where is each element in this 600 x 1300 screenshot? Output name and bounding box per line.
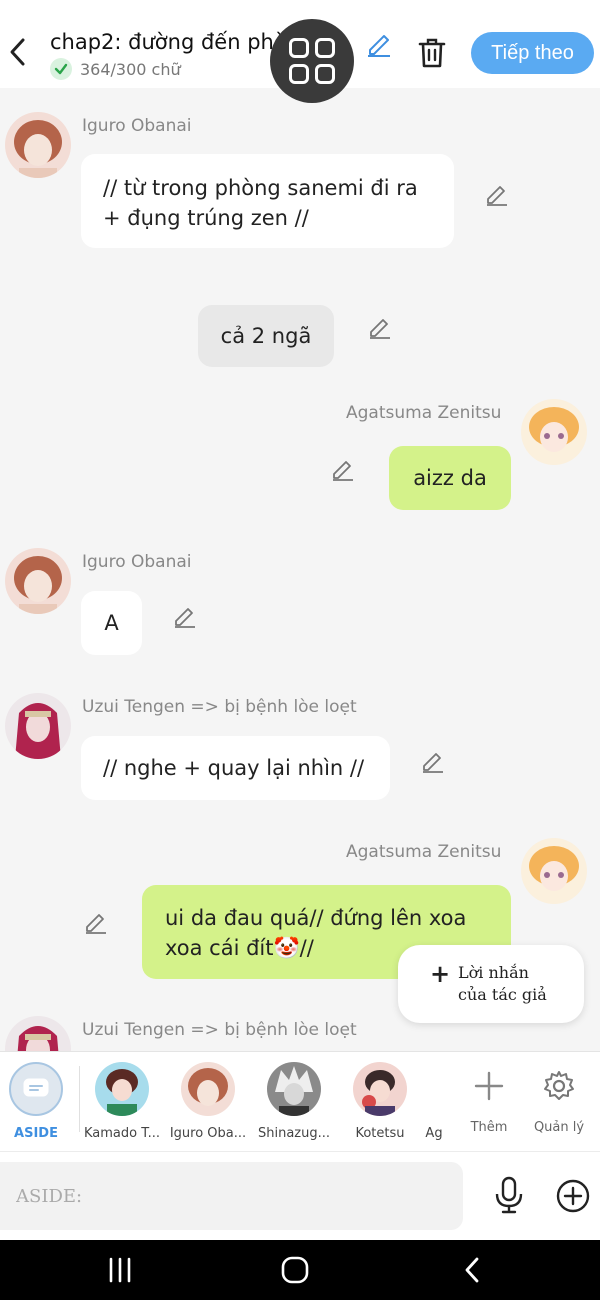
- grid-cell-icon: [289, 64, 309, 84]
- plus-icon: +: [430, 959, 451, 988]
- home-button[interactable]: [275, 1252, 315, 1288]
- character-aside[interactable]: ASIDE: [0, 1062, 80, 1141]
- pencil-icon: [370, 319, 390, 339]
- edit-message-button[interactable]: [172, 603, 198, 629]
- edit-title-button[interactable]: [364, 28, 394, 58]
- character-shinazugawa[interactable]: Shinazug...: [250, 1062, 338, 1141]
- pencil-icon: [368, 35, 390, 57]
- author-note-line2: của tác giả: [458, 985, 547, 1004]
- message-bubble[interactable]: A: [81, 591, 142, 655]
- home-icon: [281, 1256, 309, 1284]
- add-attachment-button[interactable]: [555, 1178, 591, 1214]
- message-line: + đụng trúng zen //: [103, 206, 309, 230]
- delete-button[interactable]: [416, 36, 448, 70]
- sender-name: Agatsuma Zenitsu: [346, 842, 502, 862]
- author-note-button[interactable]: + Lời nhắn của tác giả: [398, 945, 584, 1023]
- avatar-uzui[interactable]: [5, 1016, 71, 1051]
- sender-name: Iguro Obanai: [82, 116, 192, 136]
- edit-message-button[interactable]: [420, 748, 446, 774]
- grid-cell-icon: [315, 38, 335, 58]
- message-input[interactable]: [0, 1162, 463, 1230]
- character-kotetsu[interactable]: Kotetsu: [336, 1062, 424, 1141]
- manage-button[interactable]: Quản lý: [524, 1066, 594, 1135]
- sender-name: Agatsuma Zenitsu: [346, 403, 502, 423]
- avatar-iguro[interactable]: [5, 112, 71, 178]
- manage-label: Quản lý: [533, 1120, 585, 1135]
- message-bubble[interactable]: // từ trong phòng sanemi đi ra + đụng tr…: [81, 154, 454, 248]
- pencil-icon: [86, 914, 106, 934]
- character-label: Iguro Oba...: [169, 1126, 247, 1141]
- message-line: cả 2 ngã: [220, 324, 312, 348]
- pencil-icon: [175, 608, 195, 628]
- character-label: Kotetsu: [355, 1126, 405, 1141]
- message-line: // nghe + quay lại nhìn //: [103, 756, 365, 780]
- back-arrow-icon: [465, 1257, 479, 1283]
- check-icon: [50, 58, 72, 80]
- sender-name: Uzui Tengen => bị bệnh lòe loẹt: [82, 1020, 357, 1040]
- character-label: Ag: [425, 1126, 443, 1141]
- message-bubble[interactable]: // nghe + quay lại nhìn //: [81, 736, 390, 800]
- character-label: ASIDE: [14, 1126, 58, 1141]
- add-label: Thêm: [470, 1120, 508, 1135]
- recent-apps-icon: [109, 1257, 131, 1283]
- narration-bubble[interactable]: cả 2 ngã: [198, 305, 334, 367]
- pencil-icon: [487, 186, 507, 206]
- edit-message-button[interactable]: [484, 181, 510, 207]
- trash-icon: [418, 38, 446, 68]
- edit-message-button[interactable]: [330, 456, 356, 482]
- floating-grid-button[interactable]: [270, 19, 354, 103]
- recent-apps-button[interactable]: [100, 1252, 140, 1288]
- edit-message-button[interactable]: [367, 314, 393, 340]
- composer-bar: [0, 1151, 600, 1240]
- sender-name: Uzui Tengen => bị bệnh lòe loẹt: [82, 697, 357, 717]
- avatar-kotetsu: [353, 1062, 407, 1116]
- chat-bubble-icon: [9, 1062, 63, 1116]
- chevron-left-icon: [10, 38, 25, 66]
- author-note-line1: Lời nhắn: [458, 963, 529, 982]
- character-iguro[interactable]: Iguro Oba...: [164, 1062, 252, 1141]
- pencil-icon: [333, 461, 353, 481]
- avatar-iguro[interactable]: [5, 548, 71, 614]
- grid-cell-icon: [289, 38, 309, 58]
- grid-cell-icon: [315, 64, 335, 84]
- avatar-iguro: [181, 1062, 235, 1116]
- next-button[interactable]: Tiếp theo: [471, 32, 594, 74]
- avatar-agatsuma[interactable]: [521, 838, 587, 904]
- avatar-kamado: [95, 1062, 149, 1116]
- character-label: Kamado T...: [83, 1126, 161, 1141]
- word-count-text: 364/300 chữ: [80, 59, 181, 79]
- character-agatsuma[interactable]: Ag: [420, 1062, 448, 1141]
- add-character-button[interactable]: Thêm: [454, 1066, 524, 1135]
- message-line: ui da đau quá// đứng lên xoa: [165, 906, 467, 930]
- message-line: // từ trong phòng sanemi đi ra: [103, 176, 418, 200]
- message-line: aizz da: [413, 466, 487, 490]
- sender-name: Iguro Obanai: [82, 552, 192, 572]
- system-nav-bar: [0, 1240, 600, 1300]
- pencil-icon: [423, 753, 443, 773]
- word-count: 364/300 chữ: [50, 58, 181, 80]
- avatar-shinazugawa: [267, 1062, 321, 1116]
- character-label: Shinazug...: [257, 1126, 331, 1141]
- character-kamado[interactable]: Kamado T...: [78, 1062, 166, 1141]
- system-back-button[interactable]: [452, 1252, 492, 1288]
- microphone-icon: [495, 1176, 523, 1214]
- avatar-agatsuma[interactable]: [521, 399, 587, 465]
- avatar-uzui[interactable]: [5, 693, 71, 759]
- top-bar: chap2: đường đến phòng.. 364/300 chữ Tiế…: [0, 0, 600, 103]
- gear-icon: [524, 1066, 594, 1106]
- back-button[interactable]: [4, 34, 30, 70]
- plus-circle-icon: [556, 1179, 590, 1213]
- plus-icon: [454, 1066, 524, 1106]
- edit-message-button[interactable]: [83, 909, 109, 935]
- character-bar: ASIDE Kamado T... Iguro Oba... Shinazug.…: [0, 1051, 600, 1151]
- message-bubble[interactable]: aizz da: [389, 446, 511, 510]
- message-line: A: [104, 611, 119, 635]
- microphone-button[interactable]: [492, 1176, 526, 1214]
